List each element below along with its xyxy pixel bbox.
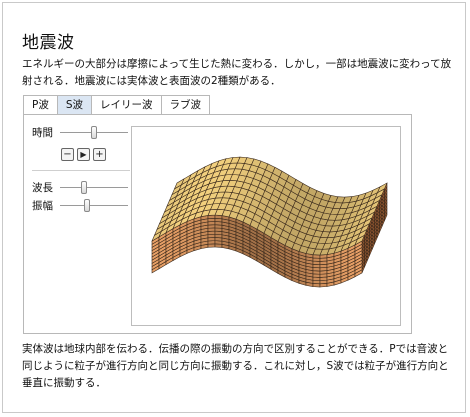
page-title: 地震波 [22,33,75,53]
tab-rayleigh-wave[interactable]: レイリー波 [91,95,162,114]
simulation-viewer: 時間 − ▶ + 波長 振幅 [23,114,412,334]
step-back-button[interactable]: − [61,148,74,161]
wave-visualization-canvas[interactable] [131,126,401,326]
amplitude-slider-track[interactable] [60,205,128,206]
wavelength-slider-handle[interactable] [80,181,87,194]
time-label: 時間 [32,127,53,139]
tab-s-wave[interactable]: S波 [56,95,93,114]
time-slider-handle[interactable] [91,126,97,139]
play-button[interactable]: ▶ [77,148,90,161]
deformed-block-illustration [151,156,388,288]
wave-type-tabs: P波 S波 レイリー波 ラブ波 [23,95,211,115]
wavelength-label: 波長 [32,182,53,194]
amplitude-slider-handle[interactable] [84,199,91,212]
amplitude-label: 振幅 [32,200,53,212]
tab-p-wave[interactable]: P波 [23,95,58,114]
content-panel: 地震波 エネルギーの大部分は摩擦によって生じた熱に変わる．しかし，一部は地震波に… [2,2,466,413]
intro-text: エネルギーの大部分は摩擦によって生じた熱に変わる．しかし，一部は地震波に変わって… [22,58,452,87]
explanation-text: 実体波は地球内部を伝わる．伝播の際の振動の方向で区別することができる．Pでは音波… [22,343,449,389]
tab-love-wave[interactable]: ラブ波 [160,95,211,114]
step-forward-button[interactable]: + [93,148,106,161]
controls-divider [32,170,130,171]
wavelength-slider-track[interactable] [60,187,128,188]
